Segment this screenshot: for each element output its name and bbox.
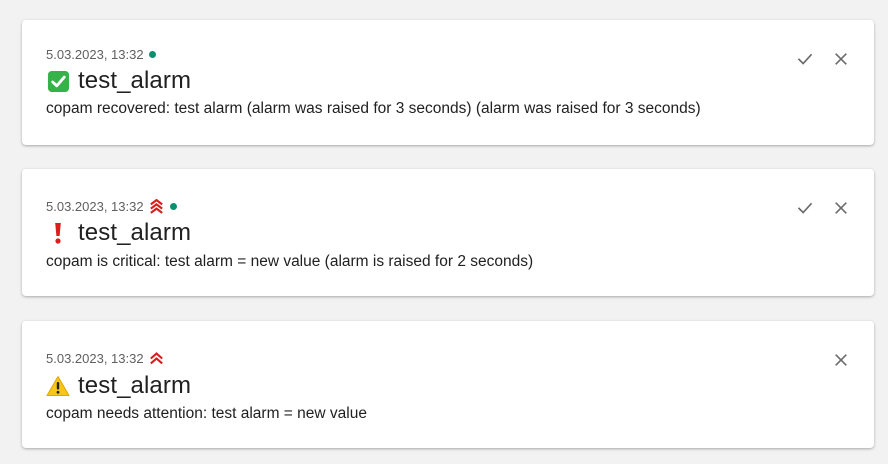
dismiss-button[interactable]	[828, 195, 854, 221]
close-icon	[835, 202, 847, 214]
check-icon	[797, 53, 813, 65]
priority-high-icon	[148, 350, 165, 367]
notification-card: 5.03.2023, 13:32 test_alarm copam needs …	[22, 321, 874, 448]
notification-meta: 5.03.2023, 13:32	[46, 349, 165, 367]
timestamp: 5.03.2023, 13:32	[46, 350, 144, 366]
notification-title: test_alarm	[78, 372, 192, 399]
timestamp: 5.03.2023, 13:32	[46, 198, 144, 214]
notification-actions	[782, 46, 854, 72]
dismiss-button[interactable]	[828, 46, 854, 72]
notification-message: copam is critical: test alarm = new valu…	[46, 253, 534, 270]
notification-actions	[818, 347, 854, 373]
notification-meta: 5.03.2023, 13:32	[46, 45, 156, 63]
priority-max-icon	[148, 198, 165, 215]
close-icon	[835, 53, 847, 65]
notification-title: test_alarm	[78, 67, 192, 94]
acknowledge-button[interactable]	[792, 195, 818, 221]
online-dot-icon	[148, 50, 156, 58]
notification-title-row: test_alarm	[46, 371, 191, 401]
notification-actions	[782, 195, 854, 221]
timestamp: 5.03.2023, 13:32	[46, 46, 144, 62]
check-mark-button-icon	[46, 69, 70, 93]
check-icon	[797, 202, 813, 214]
notification-list: 5.03.2023, 13:32 test_alarm copam recove…	[0, 0, 888, 464]
notification-card: 5.03.2023, 13:32 test_alarm copam is cri…	[22, 169, 874, 296]
close-icon	[835, 354, 847, 366]
exclamation-icon	[46, 221, 70, 245]
notification-meta: 5.03.2023, 13:32	[46, 197, 177, 215]
dismiss-button[interactable]	[828, 347, 854, 373]
warning-icon	[46, 374, 70, 398]
notification-title-row: test_alarm	[46, 218, 191, 248]
online-dot-icon	[169, 202, 177, 210]
notification-message: copam recovered: test alarm (alarm was r…	[46, 100, 701, 117]
notification-title-row: test_alarm	[46, 66, 191, 96]
notification-title: test_alarm	[78, 219, 192, 246]
notification-message: copam needs attention: test alarm = new …	[46, 405, 367, 422]
acknowledge-button[interactable]	[792, 46, 818, 72]
notification-card: 5.03.2023, 13:32 test_alarm copam recove…	[22, 20, 874, 145]
